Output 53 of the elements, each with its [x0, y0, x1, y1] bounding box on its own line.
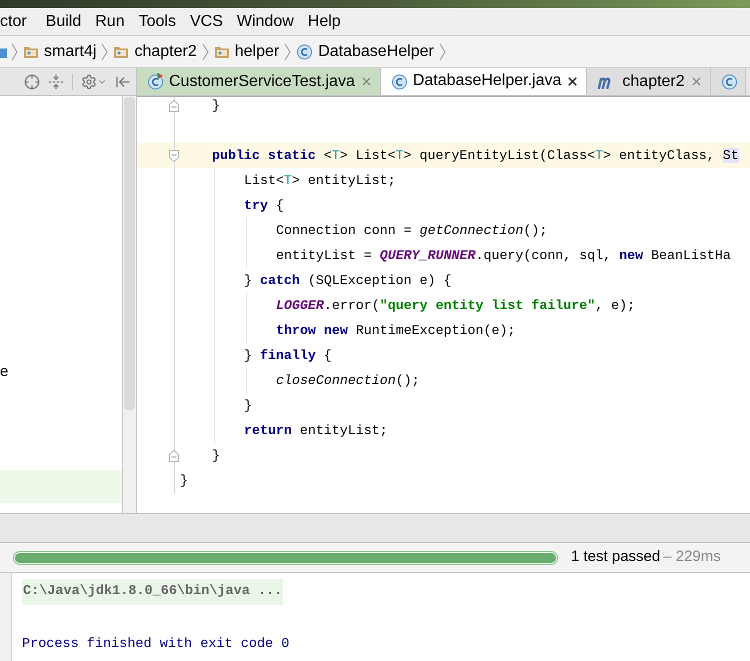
menu-item[interactable]: ctor	[0, 8, 39, 35]
test-result: 1 test passed	[571, 547, 660, 568]
close-icon[interactable]	[566, 74, 580, 88]
file-name: e	[0, 362, 8, 382]
menu-item[interactable]: Tools	[132, 8, 183, 35]
menu-item[interactable]: Run	[88, 8, 132, 35]
collapse-icon[interactable]	[48, 74, 64, 90]
code-line: closeConnection();	[276, 372, 420, 390]
menu-item[interactable]: Window	[230, 8, 301, 35]
code-line: return entityList;	[244, 422, 388, 440]
console-command: C:\Java\jdk1.8.0_66\bin\java ...	[22, 579, 284, 605]
code-line: Connection conn = getConnection();	[276, 222, 548, 240]
class-icon	[720, 73, 738, 90]
menu-item[interactable]: VCS	[182, 8, 230, 35]
chevron-icon	[438, 42, 446, 60]
breadcrumb[interactable]: smart4j	[21, 40, 98, 64]
code-line: } catch (SQLException e) {	[244, 272, 452, 290]
settings-icon[interactable]	[81, 74, 97, 90]
code-line: } finally {	[244, 346, 332, 365]
fold-marker-icon[interactable]	[169, 450, 179, 462]
console-output: Process finished with exit code 0	[22, 637, 290, 652]
code-line: try {	[244, 196, 284, 215]
chevron-icon	[11, 42, 18, 60]
breadcrumb[interactable]: DatabaseHelper	[294, 40, 436, 64]
class-icon	[296, 43, 314, 60]
breadcrumb[interactable]: chapter2	[111, 40, 199, 64]
fold-marker-icon[interactable]	[169, 100, 179, 112]
scrollbar-thumb[interactable]	[124, 97, 135, 410]
chevron-icon	[284, 42, 292, 60]
chevron-icon	[202, 42, 209, 60]
code-line: entityList = QUERY_RUNNER.query(conn, sql, new BeanListHa	[276, 246, 731, 265]
menu-item[interactable]: Help	[300, 8, 348, 35]
editor-tab[interactable]	[710, 68, 746, 95]
menu-item[interactable]: Build	[38, 8, 88, 35]
fold-marker-icon[interactable]	[169, 150, 179, 162]
code-line: }	[212, 97, 220, 115]
editor-tab[interactable]: CustomerServiceTest.java	[137, 68, 381, 95]
code-line: public static <T> List<T> queryEntityList(Class<T> entityClass, St	[212, 146, 739, 165]
chevron-icon	[101, 42, 108, 60]
arrow-to-line-icon[interactable]	[115, 74, 131, 90]
code-line: throw new RuntimeException(e);	[276, 322, 516, 340]
code-line: }	[180, 472, 188, 490]
code-line: }	[212, 446, 220, 465]
code-line: LOGGER.error("query entity list failure", e);	[276, 296, 636, 315]
code-line: }	[244, 396, 252, 415]
breadcrumb[interactable]: helper	[212, 40, 282, 64]
code-line: List<T> entityList;	[244, 172, 396, 190]
test-class-icon	[147, 73, 164, 90]
crosshair-icon[interactable]	[24, 74, 40, 90]
test-duration: – 229ms	[663, 547, 721, 568]
editor-tab[interactable]: chapter2	[587, 68, 711, 95]
editor-tab[interactable]: DatabaseHelper.java	[380, 68, 588, 95]
class-icon	[390, 72, 408, 90]
